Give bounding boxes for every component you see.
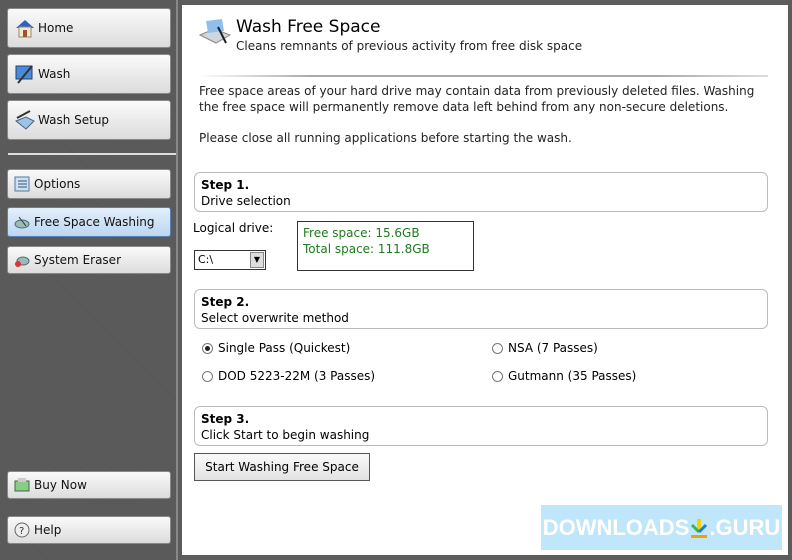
download-arrow-icon xyxy=(691,518,708,538)
wash-icon xyxy=(14,63,36,85)
radio-dot[interactable] xyxy=(202,370,213,382)
nav-label: Help xyxy=(34,523,62,537)
intro-note: Please close all running applications be… xyxy=(199,131,572,145)
radio-label: Gutmann (35 Passes) xyxy=(508,369,637,383)
radio-single-pass[interactable]: Single Pass (Quickest) xyxy=(202,341,350,355)
radio-nsa[interactable]: NSA (7 Passes) xyxy=(492,341,598,355)
step3-box: Step 3. Click Start to begin washing xyxy=(194,406,768,446)
step-title: Step 3. xyxy=(201,412,250,426)
nav-label: Buy Now xyxy=(34,478,87,492)
header-divider xyxy=(198,75,768,77)
page-title: Wash Free Space xyxy=(236,17,381,37)
sidebar-splitter xyxy=(176,0,178,560)
step-desc: Select overwrite method xyxy=(201,311,349,325)
intro-text: Free space areas of your hard drive may … xyxy=(199,83,759,146)
sidebar-divider xyxy=(8,153,178,155)
radio-dot[interactable] xyxy=(492,342,503,354)
radio-dod[interactable]: DOD 5223-22M (3 Passes) xyxy=(202,369,375,383)
radio-label: NSA (7 Passes) xyxy=(508,341,598,355)
nav-label: Free Space Washing xyxy=(34,215,155,229)
step-title: Step 2. xyxy=(201,295,250,309)
intro-line: Free space areas of your hard drive may … xyxy=(199,84,755,98)
wash-setup-icon xyxy=(14,109,36,131)
radio-dot[interactable] xyxy=(492,370,503,382)
nav-system-eraser[interactable]: System Eraser xyxy=(7,246,171,274)
nav-label: Options xyxy=(34,177,81,191)
nav-wash-setup[interactable]: Wash Setup xyxy=(7,100,171,140)
radio-dot[interactable] xyxy=(202,342,213,354)
free-space-icon xyxy=(14,214,30,230)
system-eraser-icon xyxy=(14,252,30,268)
radio-label: DOD 5223-22M (3 Passes) xyxy=(218,369,376,383)
nav-help[interactable]: ? Help xyxy=(7,516,171,544)
page-subtitle: Cleans remnants of previous activity fro… xyxy=(236,39,583,53)
watermark-suffix: .GURU xyxy=(709,514,781,540)
nav-wash[interactable]: Wash xyxy=(7,54,171,94)
wash-free-space-icon xyxy=(198,17,232,50)
nav-free-space-washing[interactable]: Free Space Washing xyxy=(7,207,171,237)
start-washing-button[interactable]: Start Washing Free Space xyxy=(194,453,370,481)
drive-info-box: Free space: 15.6GB Total space: 111.8GB xyxy=(297,221,474,271)
watermark-logo: DOWNLOADS .GURU xyxy=(541,505,782,550)
intro-line: the free space will permanently remove d… xyxy=(199,100,729,114)
logical-drive-select[interactable]: C:\ ▼ xyxy=(194,250,266,270)
step-title: Step 1. xyxy=(201,178,250,192)
step-desc: Drive selection xyxy=(201,194,291,208)
home-icon xyxy=(14,17,36,39)
svg-text:?: ? xyxy=(19,526,24,537)
nav-label: Wash xyxy=(38,67,71,81)
watermark-text: DOWNLOADS xyxy=(542,514,690,540)
sidebar: Home Wash Wash Setup Options Free Space … xyxy=(0,0,178,560)
total-space: Total space: 111.8GB xyxy=(303,242,430,256)
nav-options[interactable]: Options xyxy=(7,169,171,199)
step-desc: Click Start to begin washing xyxy=(201,428,370,442)
radio-label: Single Pass (Quickest) xyxy=(218,341,351,355)
nav-label: Home xyxy=(38,21,74,35)
buy-now-icon xyxy=(14,477,30,493)
nav-buy-now[interactable]: Buy Now xyxy=(7,471,171,499)
chevron-down-icon[interactable]: ▼ xyxy=(250,252,264,268)
nav-label: Wash Setup xyxy=(38,113,110,127)
nav-label: System Eraser xyxy=(34,253,121,267)
drive-value: C:\ xyxy=(198,253,214,266)
step1-box: Step 1. Drive selection xyxy=(194,172,768,212)
nav-home[interactable]: Home xyxy=(7,8,171,48)
options-icon xyxy=(14,176,30,192)
main-panel: Wash Free Space Cleans remnants of previ… xyxy=(182,5,788,555)
help-icon: ? xyxy=(14,522,30,538)
free-space: Free space: 15.6GB xyxy=(303,226,420,240)
logical-drive-label: Logical drive: xyxy=(193,221,274,235)
step2-box: Step 2. Select overwrite method xyxy=(194,289,768,329)
radio-gutmann[interactable]: Gutmann (35 Passes) xyxy=(492,369,636,383)
